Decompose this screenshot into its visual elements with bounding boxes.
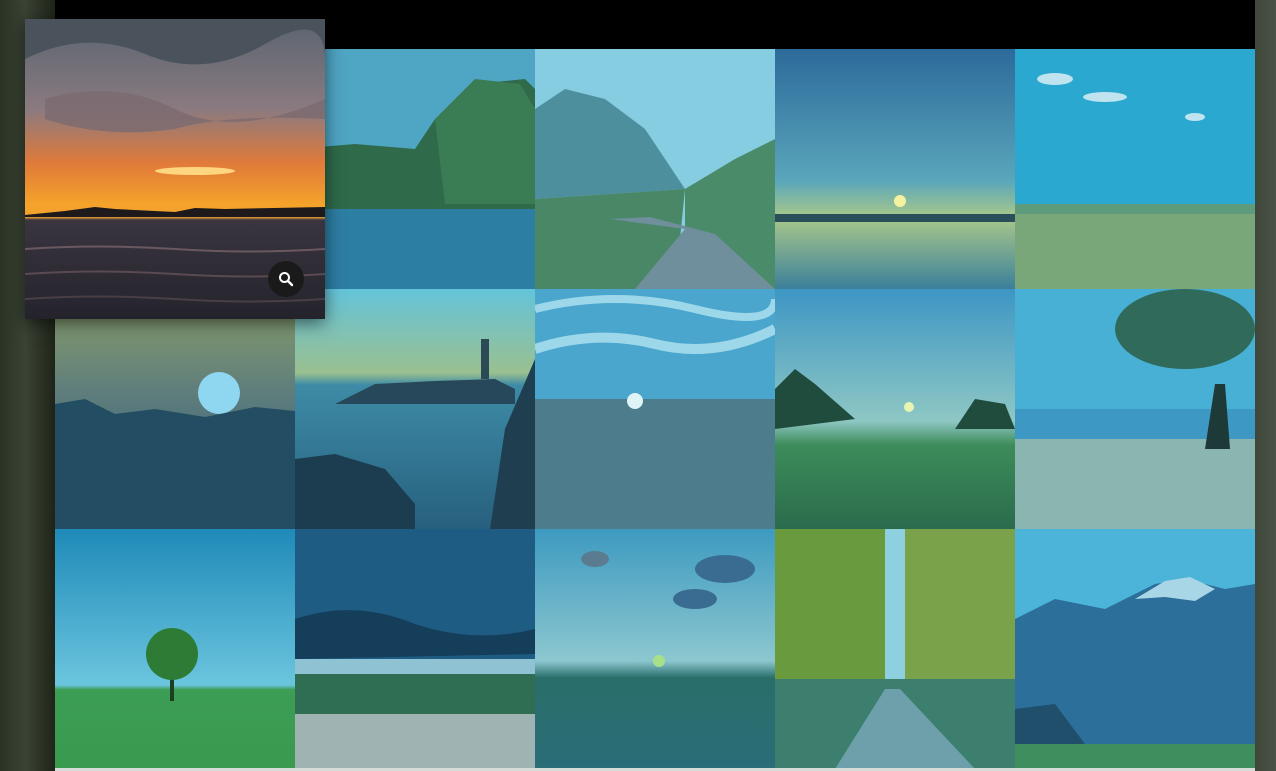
gallery-tile-storm-clouds-over-wheat[interactable] — [295, 529, 535, 769]
featured-gallery-image[interactable] — [25, 19, 325, 319]
gallery-tile-forest-dirt-road[interactable] — [775, 529, 1015, 769]
gallery-tile-wheat-field-blue-sky[interactable] — [1015, 49, 1255, 289]
gallery-tile-sunrise-reflection-lake[interactable] — [775, 49, 1015, 289]
gallery-tile-lighthouse-on-rocks[interactable] — [295, 289, 535, 529]
gallery-tile-sunburst-over-field[interactable] — [535, 289, 775, 529]
gallery-tile-lone-tree-by-lake[interactable] — [1015, 289, 1255, 529]
gallery-tile-foggy-mountain-road[interactable] — [535, 49, 775, 289]
gallery-tile-sun-over-treeline[interactable] — [55, 289, 295, 529]
gallery-tile-lake-with-forest[interactable] — [295, 49, 535, 289]
gallery-tile-snowy-mountain-range[interactable] — [1015, 529, 1255, 769]
zoom-button[interactable] — [268, 261, 304, 297]
magnifier-icon — [279, 272, 294, 287]
gallery-tile-green-meadow-sunset[interactable] — [775, 289, 1015, 529]
gallery-tile-lone-tree-in-meadow[interactable] — [55, 529, 295, 769]
gallery-tile-clouds-over-dusk-field[interactable] — [535, 529, 775, 769]
